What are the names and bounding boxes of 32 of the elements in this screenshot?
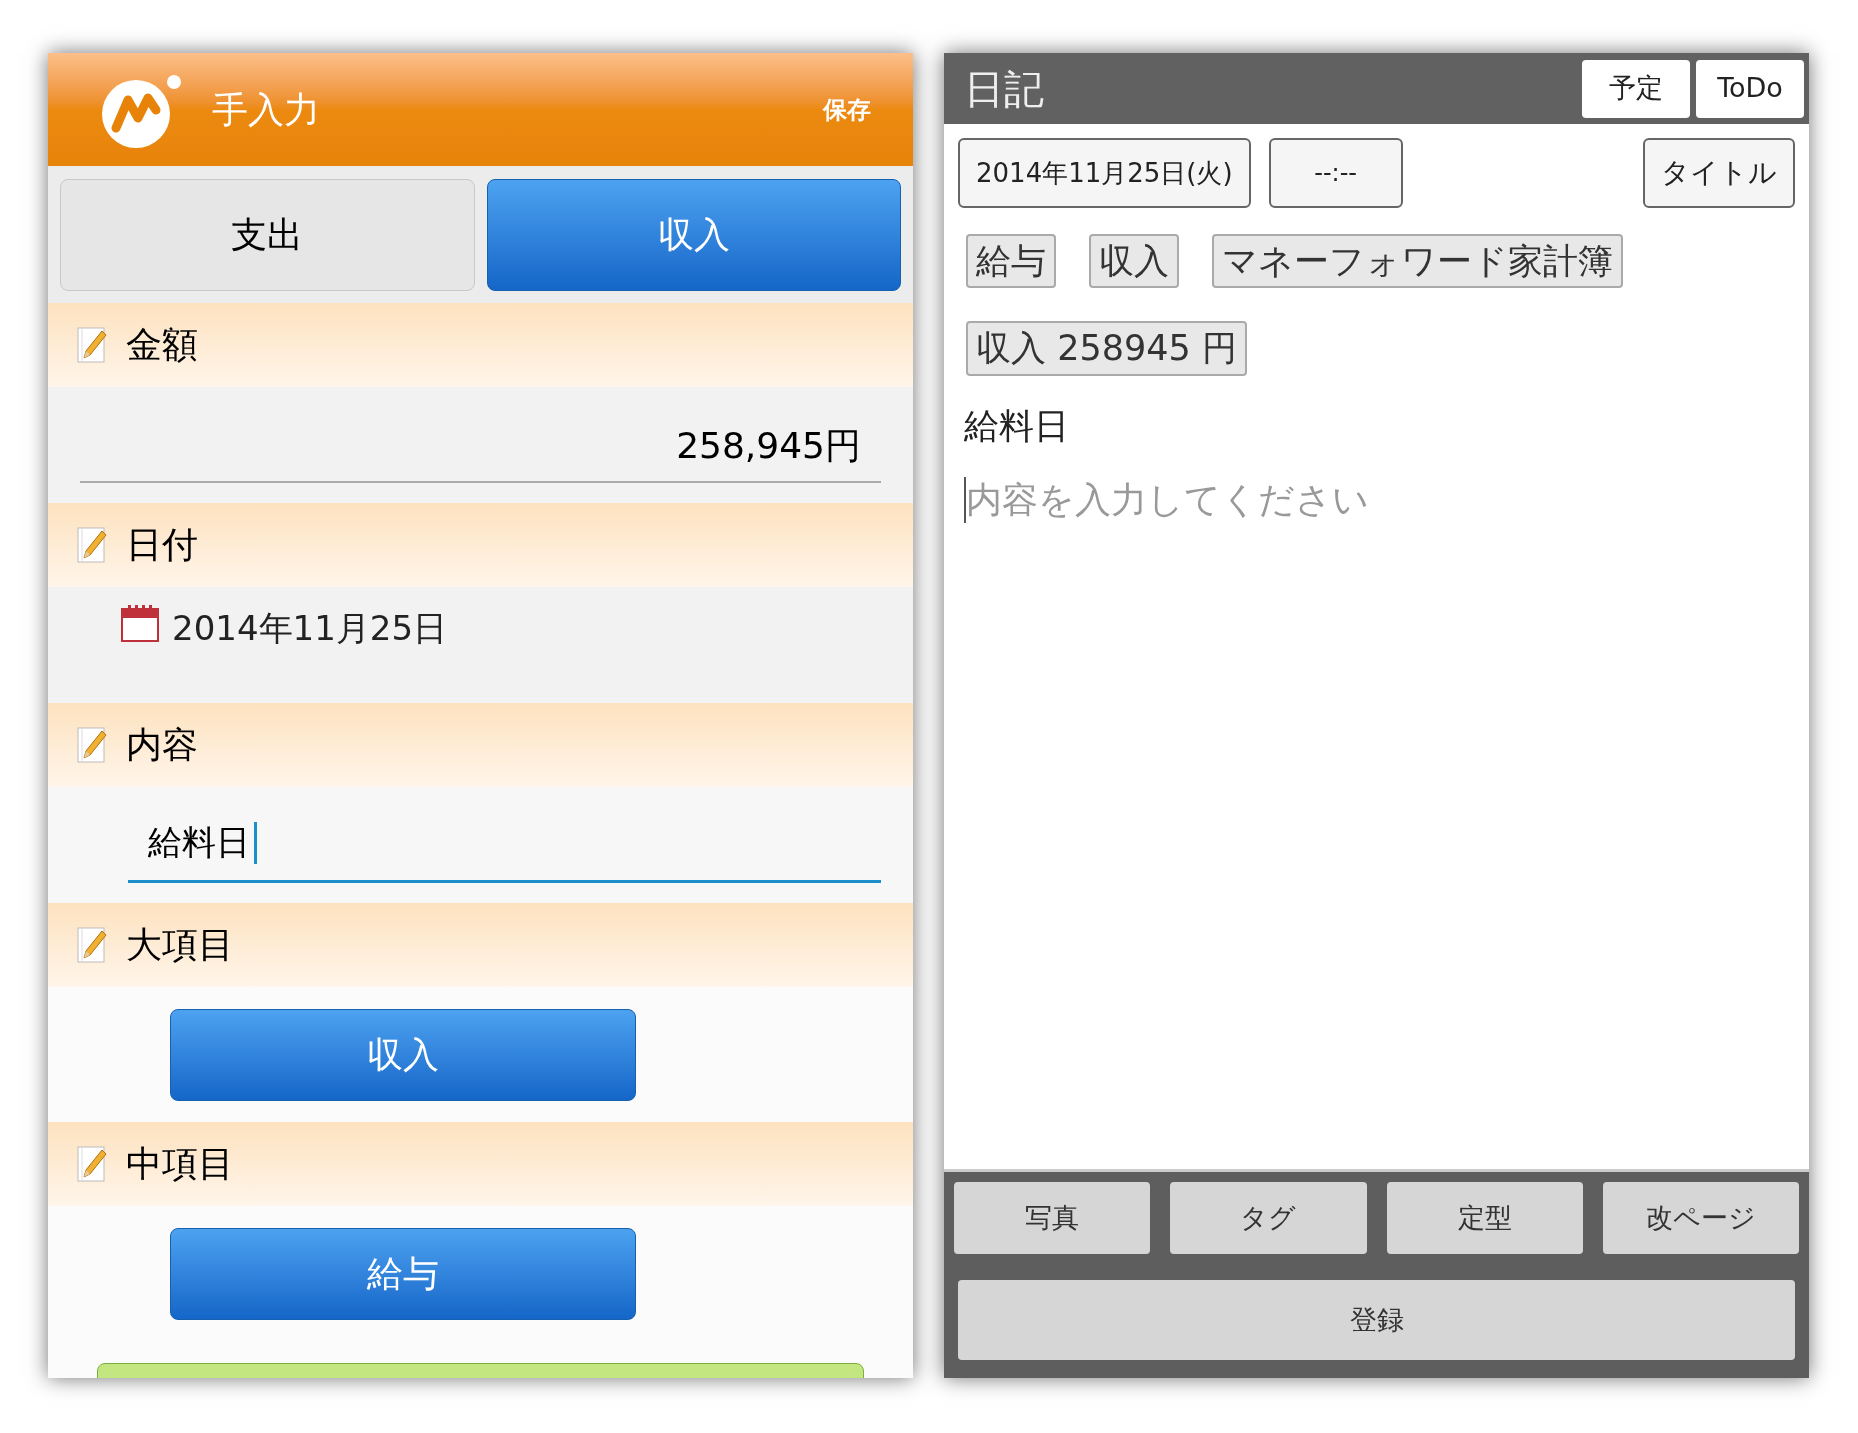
title-button[interactable]: タイトル: [1643, 138, 1795, 208]
amount-field[interactable]: 258,945円: [48, 387, 913, 503]
section-label: 金額: [126, 323, 198, 367]
toolbar-button[interactable]: タグ: [1170, 1182, 1367, 1254]
calendar-icon: [120, 603, 160, 643]
section-label: 日付: [126, 523, 198, 567]
tag-chip[interactable]: 給与: [966, 234, 1056, 288]
date-value[interactable]: 2014年11月25日: [172, 603, 448, 654]
screen-title: 日記: [964, 64, 1044, 114]
header-button[interactable]: 予定: [1582, 59, 1690, 118]
entry-title: 給料日: [963, 405, 1070, 448]
section-label: 大項目: [126, 923, 234, 967]
amount-chip[interactable]: 収入 258945 円: [966, 321, 1247, 376]
diary-body-field[interactable]: 内容を入力してください: [966, 472, 1809, 1169]
toolbar-button[interactable]: 写真: [954, 1182, 1151, 1254]
register-button[interactable]: 登録: [958, 1280, 1795, 1360]
text-cursor-icon: [254, 821, 257, 864]
date-button[interactable]: 2014年11月25日(火): [958, 138, 1251, 208]
type-tab[interactable]: 支出: [60, 178, 475, 291]
toolbar-button[interactable]: 改ページ: [1602, 1182, 1799, 1254]
category-button[interactable]: 収入: [170, 1008, 636, 1101]
section-label: 中項目: [126, 1142, 234, 1186]
text-cursor-icon: [964, 476, 966, 523]
tag-chip[interactable]: 収入: [1089, 234, 1179, 288]
time-button[interactable]: --:--: [1268, 138, 1403, 208]
section-label: 内容: [126, 723, 198, 767]
type-tab[interactable]: 収入: [486, 178, 901, 291]
tag-chip[interactable]: マネーフォワード家計簿: [1212, 234, 1623, 288]
toolbar-button[interactable]: 定型: [1386, 1182, 1583, 1254]
category-button[interactable]: 給与: [170, 1227, 636, 1320]
header-button[interactable]: ToDo: [1696, 59, 1804, 118]
screen-title: 手入力: [212, 87, 320, 132]
